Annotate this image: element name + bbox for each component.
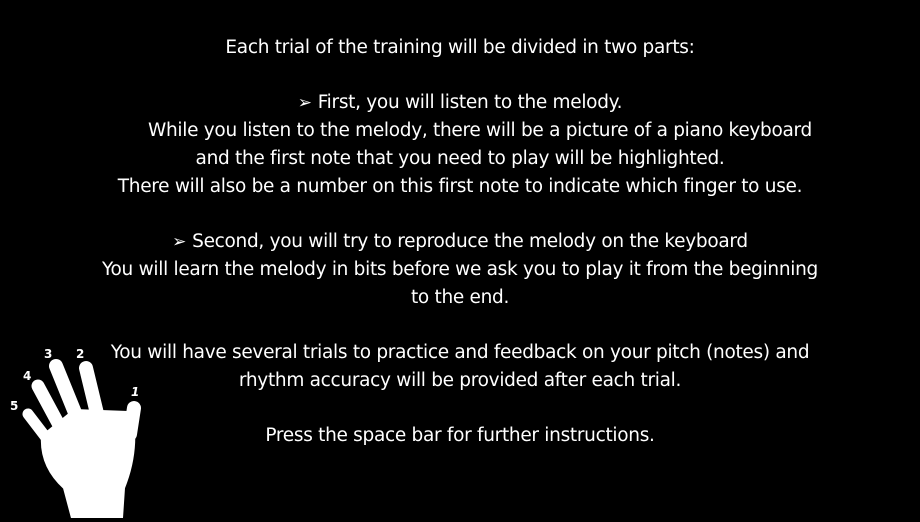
part1-title: ➢ First, you will listen to the melody. <box>0 91 920 115</box>
hand-diagram: 1 2 3 4 5 <box>4 338 154 519</box>
finger-label-2: 2 <box>76 347 85 361</box>
part1-title-text: First, you will listen to the melody. <box>317 92 623 113</box>
part2-title: ➢ Second, you will try to reproduce the m… <box>0 230 920 254</box>
part2-title-text: Second, you will try to reproduce the me… <box>192 231 748 252</box>
part1-line3: There will also be a number on this firs… <box>117 176 803 197</box>
hand-icon <box>22 359 141 519</box>
finger-label-1: 1 <box>131 385 140 399</box>
part2-line2: to the end. <box>410 287 510 308</box>
arrow-bullet-icon: ➢ <box>172 232 187 252</box>
finger-label-5: 5 <box>10 399 19 413</box>
part2-line1: You will learn the melody in bits before… <box>102 259 818 280</box>
finger-label-4: 4 <box>23 369 32 383</box>
part1-line1: While you listen to the melody, there wi… <box>148 120 812 141</box>
finger-label-3: 3 <box>44 347 53 361</box>
heading: Each trial of the training will be divid… <box>225 37 695 58</box>
part1-line2: and the first note that you need to play… <box>195 148 725 169</box>
arrow-bullet-icon: ➢ <box>297 93 312 113</box>
